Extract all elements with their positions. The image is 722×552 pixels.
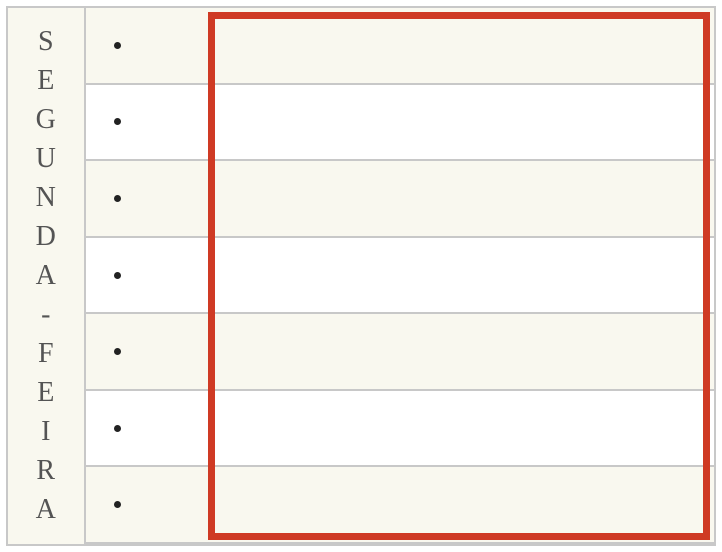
entry-row[interactable] bbox=[86, 8, 714, 85]
day-label-letter: E bbox=[37, 379, 55, 407]
day-label-letter: - bbox=[41, 301, 51, 329]
day-label-column: SEGUNDA-FEIRA bbox=[8, 8, 86, 544]
day-label-letter: N bbox=[36, 184, 57, 212]
entry-row[interactable] bbox=[86, 391, 714, 468]
day-label-letter: A bbox=[36, 262, 57, 290]
day-label-letter: I bbox=[41, 418, 51, 446]
entry-row[interactable] bbox=[86, 161, 714, 238]
bullet-icon bbox=[114, 272, 121, 279]
entry-row[interactable] bbox=[86, 85, 714, 162]
bullet-icon bbox=[114, 195, 121, 202]
day-label-letter: S bbox=[38, 28, 54, 56]
bullet-icon bbox=[114, 348, 121, 355]
day-label-letter: R bbox=[36, 457, 55, 485]
entry-row[interactable] bbox=[86, 314, 714, 391]
day-label-letter: G bbox=[36, 106, 57, 134]
entry-row[interactable] bbox=[86, 467, 714, 544]
entries-column bbox=[86, 8, 714, 544]
day-planner: SEGUNDA-FEIRA bbox=[6, 6, 716, 546]
day-label-letter: F bbox=[38, 340, 54, 368]
bullet-icon bbox=[114, 118, 121, 125]
day-label-letter: E bbox=[37, 67, 55, 95]
day-label-letter: U bbox=[36, 145, 57, 173]
bullet-icon bbox=[114, 42, 121, 49]
bullet-icon bbox=[114, 425, 121, 432]
day-label-letter: D bbox=[36, 223, 57, 251]
day-label-letter: A bbox=[36, 496, 57, 524]
bullet-icon bbox=[114, 501, 121, 508]
entry-row[interactable] bbox=[86, 238, 714, 315]
